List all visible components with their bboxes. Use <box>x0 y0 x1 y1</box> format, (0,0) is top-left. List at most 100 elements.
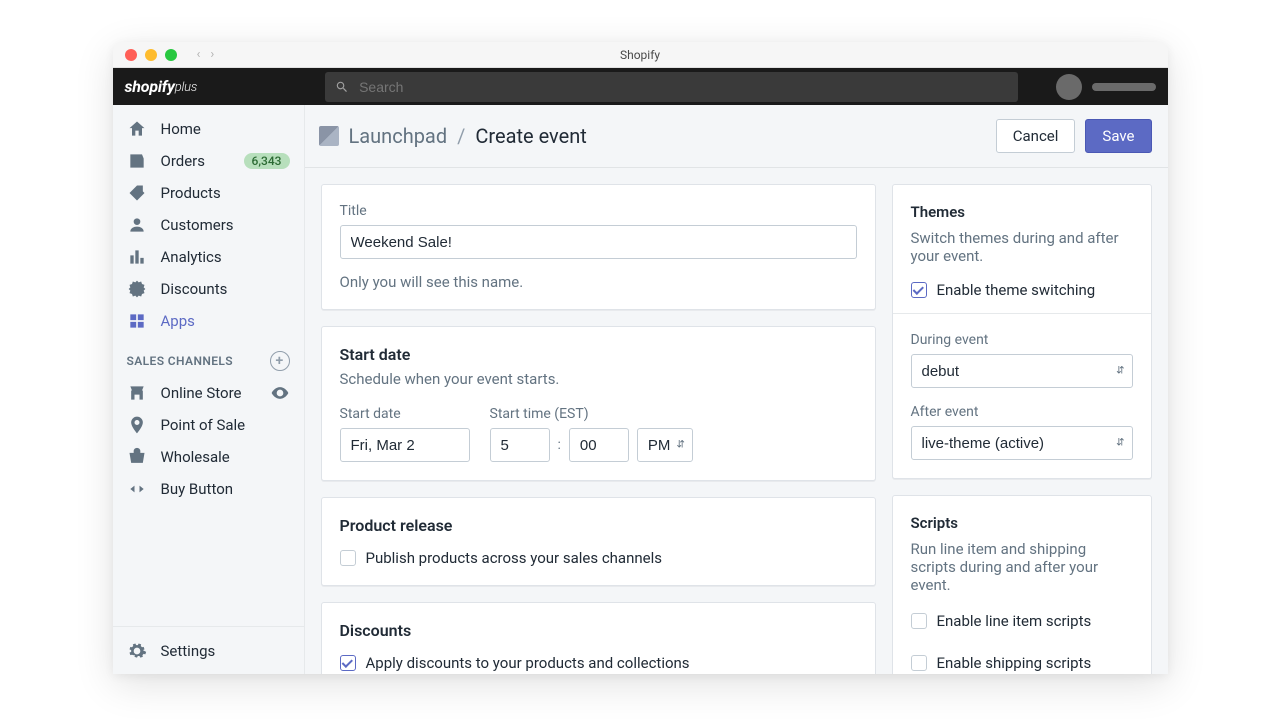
sidebar-item-analytics[interactable]: Analytics <box>113 241 304 273</box>
sidebar-item-label: Products <box>161 184 221 202</box>
sales-channels-header: SALES CHANNELS + <box>113 337 304 377</box>
start-date-subtitle: Schedule when your event starts. <box>340 370 857 388</box>
user-menu[interactable] <box>1036 74 1156 100</box>
sidebar-item-label: Home <box>161 120 201 138</box>
wholesale-icon <box>127 447 147 467</box>
pos-icon <box>127 415 147 435</box>
search-input[interactable] <box>325 72 1017 102</box>
topbar: shopifyplus <box>113 68 1168 105</box>
sidebar-item-apps[interactable]: Apps <box>113 305 304 337</box>
title-input[interactable] <box>340 225 857 259</box>
titlebar: ‹ › Shopify <box>113 42 1168 68</box>
start-date-card: Start date Schedule when your event star… <box>321 326 876 481</box>
product-release-card: Product release Publish products across … <box>321 497 876 586</box>
apply-discounts-label: Apply discounts to your products and col… <box>366 654 690 672</box>
app-window: ‹ › Shopify shopifyplus Home <box>113 42 1168 674</box>
brand-suffix: plus <box>175 80 197 95</box>
sidebar-item-discounts[interactable]: Discounts <box>113 273 304 305</box>
tag-icon <box>127 183 147 203</box>
start-date-label: Start date <box>340 406 470 422</box>
after-event-label: After event <box>911 404 1133 420</box>
enable-theme-switching-label: Enable theme switching <box>937 281 1096 299</box>
save-button-label: Save <box>1102 127 1134 145</box>
enable-line-item-scripts-label: Enable line item scripts <box>937 612 1092 630</box>
back-arrow-icon[interactable]: ‹ <box>197 47 201 62</box>
apps-icon <box>127 311 147 331</box>
gear-icon <box>127 641 147 661</box>
sidebar-item-home[interactable]: Home <box>113 113 304 145</box>
enable-line-item-scripts-checkbox[interactable] <box>911 613 927 629</box>
themes-card: Themes Switch themes during and after yo… <box>892 184 1152 479</box>
ampm-select[interactable] <box>637 428 693 462</box>
start-time-label: Start time (EST) <box>490 406 693 422</box>
publish-products-checkbox[interactable] <box>340 550 356 566</box>
sidebar-item-label: Online Store <box>161 384 242 402</box>
title-label: Title <box>340 203 857 219</box>
main-content: Launchpad / Create event Cancel Save Tit… <box>305 105 1168 674</box>
brand-logo[interactable]: shopifyplus <box>125 77 208 96</box>
breadcrumb: Launchpad / Create event <box>349 124 587 148</box>
sidebar-item-label: Settings <box>161 642 216 660</box>
enable-shipping-scripts-checkbox[interactable] <box>911 655 927 671</box>
channel-online-store[interactable]: Online Store <box>113 377 304 409</box>
scripts-title: Scripts <box>911 514 1133 532</box>
sidebar-item-customers[interactable]: Customers <box>113 209 304 241</box>
title-hint: Only you will see this name. <box>340 273 857 291</box>
time-separator: : <box>558 437 561 453</box>
during-event-select[interactable] <box>911 354 1133 388</box>
window-title: Shopify <box>113 48 1168 62</box>
launchpad-app-icon <box>319 126 339 146</box>
search-icon <box>335 80 349 94</box>
fullscreen-window-button[interactable] <box>165 49 177 61</box>
minimize-window-button[interactable] <box>145 49 157 61</box>
sidebar-item-label: Orders <box>161 152 206 170</box>
apply-discounts-checkbox[interactable] <box>340 655 356 671</box>
after-event-select[interactable] <box>911 426 1133 460</box>
channel-point-of-sale[interactable]: Point of Sale <box>113 409 304 441</box>
enable-theme-switching-checkbox[interactable] <box>911 282 927 298</box>
start-minute-input[interactable] <box>569 428 629 462</box>
cancel-button[interactable]: Cancel <box>996 119 1076 153</box>
start-date-input[interactable] <box>340 428 470 462</box>
breadcrumb-separator: / <box>457 124 465 148</box>
start-hour-input[interactable] <box>490 428 550 462</box>
enable-shipping-scripts-label: Enable shipping scripts <box>937 654 1092 672</box>
discount-icon <box>127 279 147 299</box>
channel-wholesale[interactable]: Wholesale <box>113 441 304 473</box>
start-date-title: Start date <box>340 345 857 364</box>
discounts-card: Discounts Apply discounts to your produc… <box>321 602 876 674</box>
code-icon <box>127 479 147 499</box>
discounts-title: Discounts <box>340 621 857 640</box>
title-card: Title Only you will see this name. <box>321 184 876 310</box>
sidebar-item-label: Discounts <box>161 280 228 298</box>
sidebar-item-label: Wholesale <box>161 448 230 466</box>
scripts-card: Scripts Run line item and shipping scrip… <box>892 495 1152 674</box>
scripts-subtitle: Run line item and shipping scripts durin… <box>911 540 1133 594</box>
breadcrumb-link-launchpad[interactable]: Launchpad <box>349 124 448 148</box>
orders-icon <box>127 151 147 171</box>
channel-buy-button[interactable]: Buy Button <box>113 473 304 505</box>
user-name-placeholder <box>1092 83 1156 91</box>
page-title: Create event <box>475 124 586 148</box>
search-wrap <box>325 72 1017 102</box>
eye-icon[interactable] <box>270 383 290 403</box>
during-event-label: During event <box>911 332 1133 348</box>
add-channel-button[interactable]: + <box>270 351 290 371</box>
sidebar-item-orders[interactable]: Orders 6,343 <box>113 145 304 177</box>
traffic-lights <box>125 49 177 61</box>
sidebar-item-settings[interactable]: Settings <box>113 626 304 674</box>
home-icon <box>127 119 147 139</box>
product-release-title: Product release <box>340 516 857 535</box>
themes-subtitle: Switch themes during and after your even… <box>911 229 1133 265</box>
save-button[interactable]: Save <box>1085 119 1151 153</box>
analytics-icon <box>127 247 147 267</box>
cancel-button-label: Cancel <box>1013 127 1059 145</box>
sidebar-item-label: Customers <box>161 216 234 234</box>
close-window-button[interactable] <box>125 49 137 61</box>
page-header: Launchpad / Create event Cancel Save <box>305 105 1168 168</box>
forward-arrow-icon[interactable]: › <box>210 47 214 62</box>
sidebar-item-label: Buy Button <box>161 480 234 498</box>
avatar <box>1056 74 1082 100</box>
sidebar-item-label: Analytics <box>161 248 222 266</box>
sidebar-item-products[interactable]: Products <box>113 177 304 209</box>
